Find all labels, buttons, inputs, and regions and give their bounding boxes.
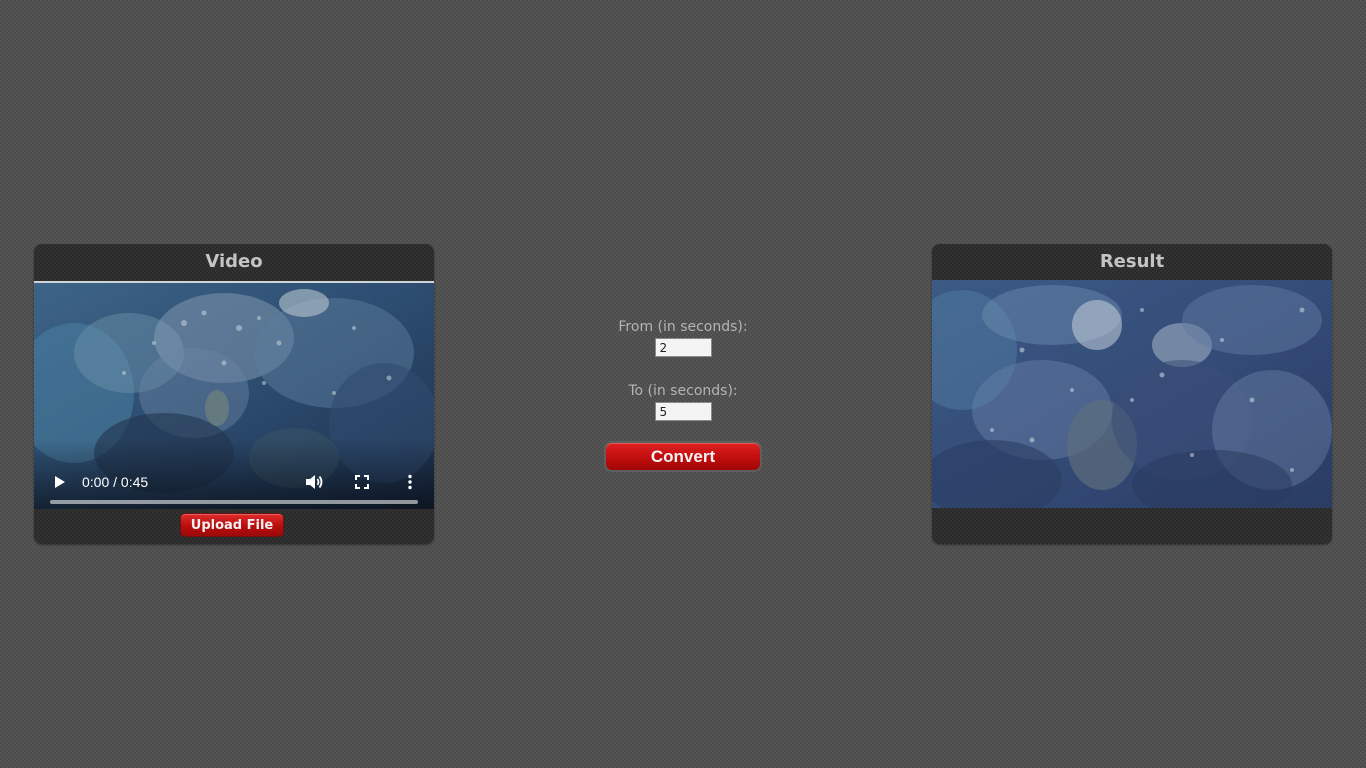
- video-panel-title: Video: [205, 251, 263, 272]
- more-options-icon: [408, 474, 412, 490]
- play-button[interactable]: [48, 471, 70, 493]
- to-label: To (in seconds):: [628, 383, 738, 399]
- volume-button[interactable]: [303, 471, 325, 493]
- from-seconds-input[interactable]: [654, 338, 712, 357]
- from-label: From (in seconds):: [618, 319, 748, 335]
- result-panel-title: Result: [1099, 251, 1165, 272]
- result-image: [932, 280, 1332, 508]
- convert-button[interactable]: Convert: [604, 441, 762, 472]
- trim-form: From (in seconds): To (in seconds): Conv…: [583, 318, 783, 472]
- upload-file-button[interactable]: Upload File: [180, 513, 284, 537]
- progress-bar[interactable]: [50, 500, 418, 504]
- volume-icon: [306, 475, 323, 489]
- player-controls: 0:00 / 0:45: [34, 439, 434, 509]
- fullscreen-button[interactable]: [351, 471, 373, 493]
- result-frame: [932, 280, 1332, 508]
- video-panel: Video 0:00 / 0:45 Upload File: [34, 244, 434, 544]
- more-options-button[interactable]: [399, 471, 421, 493]
- result-panel: Result: [932, 244, 1332, 544]
- time-display: 0:00 / 0:45: [82, 474, 149, 490]
- video-player[interactable]: 0:00 / 0:45: [34, 281, 434, 509]
- to-seconds-input[interactable]: [654, 402, 712, 421]
- play-icon: [55, 476, 65, 488]
- fullscreen-icon: [355, 475, 369, 489]
